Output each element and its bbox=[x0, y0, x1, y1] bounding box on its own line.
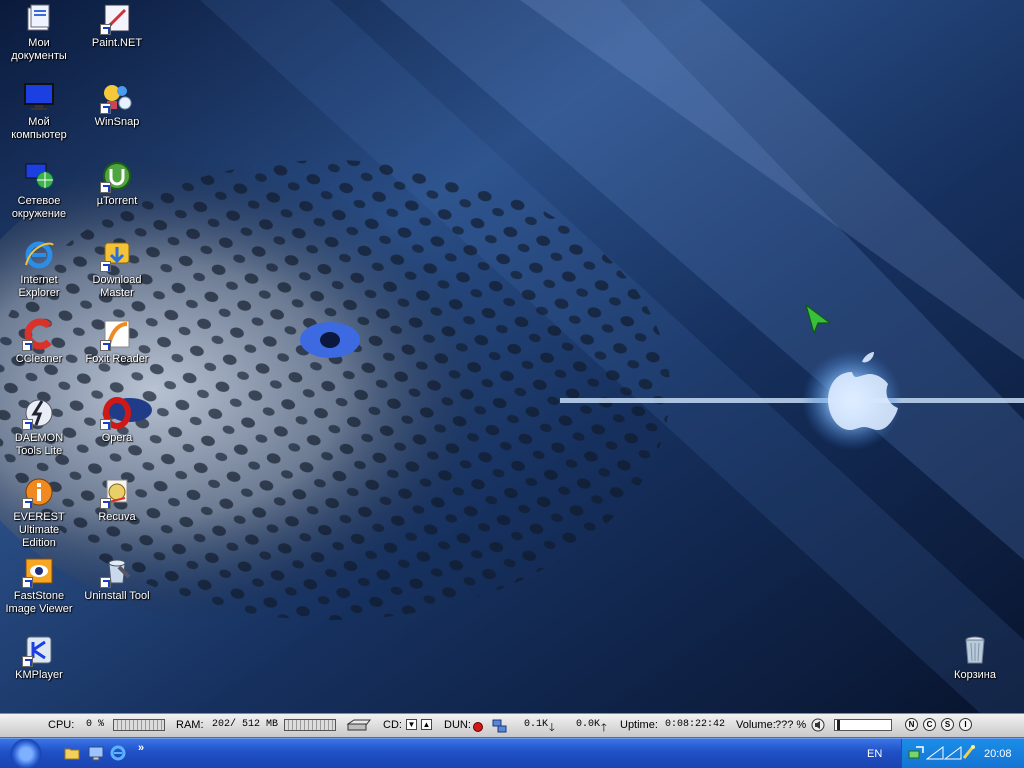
taskbar: » EN 20:08 bbox=[0, 738, 1024, 768]
start-button[interactable] bbox=[0, 739, 50, 768]
quick-launch-desktop-icon[interactable] bbox=[88, 745, 104, 761]
clock[interactable]: 20:08 bbox=[984, 748, 1012, 760]
quick-launch-internet-explorer-icon[interactable] bbox=[110, 745, 126, 761]
desktop-icon-download-master[interactable]: Download Master bbox=[78, 239, 156, 300]
system-tray: 20:08 bbox=[901, 739, 1024, 768]
quick-launch-overflow[interactable]: » bbox=[138, 742, 144, 754]
desktop-icon-foxit[interactable]: Foxit Reader bbox=[78, 318, 156, 366]
desktop-icon-label: Мои документы bbox=[11, 37, 67, 62]
desktop-icon-label: DAEMON Tools Lite bbox=[14, 432, 64, 457]
upload-arrow-icon: 🡑 bbox=[601, 722, 607, 734]
shortcut-arrow-icon bbox=[22, 498, 33, 509]
network-connection-icon[interactable] bbox=[492, 718, 508, 734]
desktop-icon-winsnap[interactable]: WinSnap bbox=[78, 81, 156, 129]
volume-label: Volume: bbox=[736, 719, 776, 731]
upload-rate: 0.0K bbox=[576, 719, 601, 730]
desktop-icon-ccleaner[interactable]: CCleaner bbox=[0, 318, 78, 366]
download-rate: 0.1K bbox=[524, 719, 549, 730]
shortcut-arrow-icon bbox=[100, 577, 111, 588]
speaker-icon[interactable] bbox=[811, 718, 825, 732]
shortcut-arrow-icon bbox=[22, 419, 33, 430]
desktop-icon-recuva[interactable]: Recuva bbox=[78, 476, 156, 524]
uptime-value: 0:08:22:42 bbox=[665, 719, 726, 730]
desktop-icon-label: Uninstall Tool bbox=[84, 590, 150, 602]
desktop-icon-label: Сетевое окружение bbox=[11, 195, 67, 220]
shortcut-arrow-icon bbox=[22, 656, 33, 667]
desktop-icon-label: FastStone Image Viewer bbox=[5, 590, 73, 615]
monitor-button-n[interactable]: N bbox=[905, 718, 918, 731]
cd-eject-down-button[interactable]: ▼ bbox=[406, 719, 417, 730]
desktop-icon-ie[interactable]: Internet Explorer bbox=[0, 239, 78, 300]
desktop-icon-label: CCleaner bbox=[15, 353, 63, 365]
shortcut-arrow-icon bbox=[100, 261, 111, 272]
shortcut-arrow-icon bbox=[100, 182, 111, 193]
recycle-bin-icon bbox=[965, 636, 985, 664]
monitor-icon bbox=[24, 83, 54, 110]
shortcut-arrow-icon bbox=[22, 577, 33, 588]
ram-meter bbox=[284, 719, 336, 731]
mouse-cursor bbox=[804, 303, 832, 335]
uptime-label: Uptime: bbox=[620, 719, 658, 731]
language-indicator[interactable]: EN bbox=[867, 748, 882, 760]
desktop-icon-everest[interactable]: EVEREST Ultimate Edition bbox=[0, 476, 78, 550]
shortcut-arrow-icon bbox=[100, 419, 111, 430]
internet-explorer-icon bbox=[25, 241, 54, 269]
desktop-icon-utorrent[interactable]: µTorrent bbox=[78, 160, 156, 208]
desktop-icon-label: WinSnap bbox=[94, 116, 140, 128]
shortcut-arrow-icon bbox=[100, 340, 111, 351]
desktop-icon-paint-net[interactable]: Paint.NET bbox=[78, 2, 156, 50]
desktop-icon-label: EVEREST Ultimate Edition bbox=[13, 511, 65, 549]
shortcut-arrow-icon bbox=[100, 103, 111, 114]
monitor-button-c[interactable]: C bbox=[923, 718, 936, 731]
hard-drive-icon bbox=[346, 719, 372, 731]
desktop-icon-label: KMPlayer bbox=[15, 669, 63, 681]
shortcut-arrow-icon bbox=[22, 340, 33, 351]
connection-status-dot bbox=[473, 722, 483, 732]
desktop-icon-kmplayer[interactable]: KMPlayer bbox=[0, 634, 78, 682]
desktop-icon-label: Internet Explorer bbox=[18, 274, 60, 299]
quick-launch-folder-icon[interactable] bbox=[64, 745, 80, 761]
desktop-icon-label: Paint.NET bbox=[91, 37, 143, 49]
tray-utility-icon[interactable] bbox=[962, 744, 976, 760]
volume-slider[interactable] bbox=[834, 719, 892, 731]
desktop-icon-my-documents[interactable]: Мои документы bbox=[0, 2, 78, 63]
download-arrow-icon: 🡓 bbox=[549, 722, 555, 734]
folder-documents-icon bbox=[27, 4, 50, 31]
recycle-bin-label: Корзина bbox=[954, 669, 996, 681]
recycle-bin[interactable]: Корзина bbox=[936, 634, 1014, 682]
network-globe-icon bbox=[25, 163, 54, 189]
cpu-value: 0 % bbox=[86, 719, 105, 730]
cpu-meter bbox=[113, 719, 165, 731]
tray-network-icon[interactable] bbox=[908, 746, 924, 760]
cd-eject-up-button[interactable]: ▲ bbox=[421, 719, 432, 730]
dun-label: DUN: bbox=[444, 719, 471, 731]
desktop-icon-label: Recuva bbox=[98, 511, 136, 523]
volume-value: ??? % bbox=[775, 719, 807, 731]
ram-label: RAM: bbox=[176, 719, 204, 731]
desktop-icon-daemon[interactable]: DAEMON Tools Lite bbox=[0, 397, 78, 458]
monitor-button-i[interactable]: I bbox=[959, 718, 972, 731]
system-monitor-bar: CPU: 0 % RAM: 202/ 512 MB CD: ▼ ▲ DUN: 0… bbox=[0, 713, 1024, 738]
tray-signal-icon[interactable] bbox=[926, 746, 962, 760]
desktop-icon-label: Мой компьютер bbox=[11, 116, 67, 141]
desktop-icon-label: µTorrent bbox=[96, 195, 138, 207]
desktop-icon-my-computer[interactable]: Мой компьютер bbox=[0, 81, 78, 142]
ram-value: 202/ 512 MB bbox=[212, 719, 279, 730]
shortcut-arrow-icon bbox=[100, 498, 111, 509]
monitor-button-s[interactable]: S bbox=[941, 718, 954, 731]
desktop-icon-opera[interactable]: Opera bbox=[78, 397, 156, 445]
cd-label: CD: bbox=[383, 719, 402, 731]
cpu-label: CPU: bbox=[48, 719, 75, 731]
shortcut-arrow-icon bbox=[100, 24, 111, 35]
desktop-icon-label: Download Master bbox=[92, 274, 142, 299]
desktop-icon-network[interactable]: Сетевое окружение bbox=[0, 160, 78, 221]
desktop-icon-uninstall-tool[interactable]: Uninstall Tool bbox=[78, 555, 156, 603]
desktop-icon-label: Foxit Reader bbox=[85, 353, 149, 365]
desktop-icon-label: Opera bbox=[101, 432, 133, 444]
desktop-icon-faststone[interactable]: FastStone Image Viewer bbox=[0, 555, 78, 616]
